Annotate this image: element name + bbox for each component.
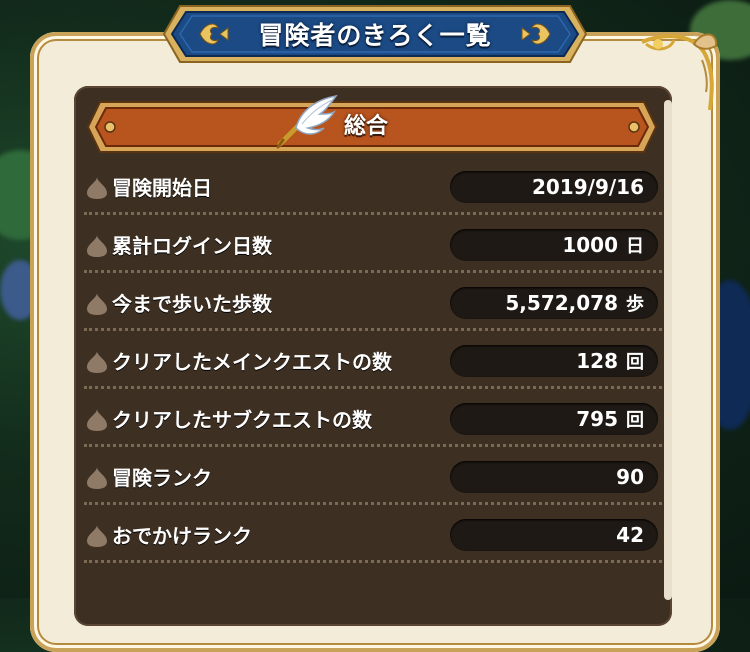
page-title: 冒険者のきろく一覧 [258,21,492,50]
slime-icon [87,351,107,373]
record-label: クリアしたメインクエストの数 [112,350,392,374]
record-unit: 回 [626,352,644,373]
section-header: 総合 [86,100,658,154]
record-label: 今まで歩いた歩数 [112,292,272,316]
record-row-adventure-rank: 冒険ランク 90 [84,458,664,498]
record-unit: 回 [626,410,644,431]
record-label: クリアしたサブクエストの数 [112,408,372,432]
record-value: 795 [576,407,618,431]
slime-icon [87,409,107,431]
divider [84,502,662,505]
record-value-box: 2019/9/16 [450,171,658,203]
record-value-box: 90 [450,461,658,493]
divider [84,444,662,447]
record-unit: 日 [626,236,644,257]
record-value-box: 1000 日 [450,229,658,261]
slime-icon [87,177,107,199]
scrollbar[interactable] [664,100,672,600]
slime-icon [87,235,107,257]
record-value: 90 [616,465,644,489]
record-value: 2019/9/16 [531,175,644,199]
record-value: 42 [616,523,644,547]
record-row-steps: 今まで歩いた歩数 5,572,078 歩 [84,284,664,324]
record-row-outing-rank: おでかけランク 42 [84,516,664,556]
record-value-box: 42 [450,519,658,551]
record-value: 5,572,078 [505,291,618,315]
title-banner: 冒険者のきろく一覧 [162,4,588,64]
wing-pen-icon [276,94,338,149]
record-value-box: 795 回 [450,403,658,435]
divider [84,560,662,563]
section-title: 総合 [344,114,389,139]
record-row-start-date: 冒険開始日 2019/9/16 [84,168,664,208]
record-value: 1000 [562,233,618,257]
record-label: 冒険ランク [112,466,212,490]
record-label: おでかけランク [112,524,252,548]
slime-icon [87,525,107,547]
record-label: 累計ログイン日数 [112,234,272,258]
record-value: 128 [576,349,618,373]
record-unit: 歩 [626,294,644,315]
record-row-main-quests: クリアしたメインクエストの数 128 回 [84,342,664,382]
divider [84,270,662,273]
record-value-box: 128 回 [450,345,658,377]
record-row-login-days: 累計ログイン日数 1000 日 [84,226,664,266]
divider [84,212,662,215]
record-row-sub-quests: クリアしたサブクエストの数 795 回 [84,400,664,440]
slime-icon [87,467,107,489]
divider [84,386,662,389]
record-label: 冒険開始日 [112,176,212,200]
slime-icon [87,293,107,315]
record-value-box: 5,572,078 歩 [450,287,658,319]
divider [84,328,662,331]
